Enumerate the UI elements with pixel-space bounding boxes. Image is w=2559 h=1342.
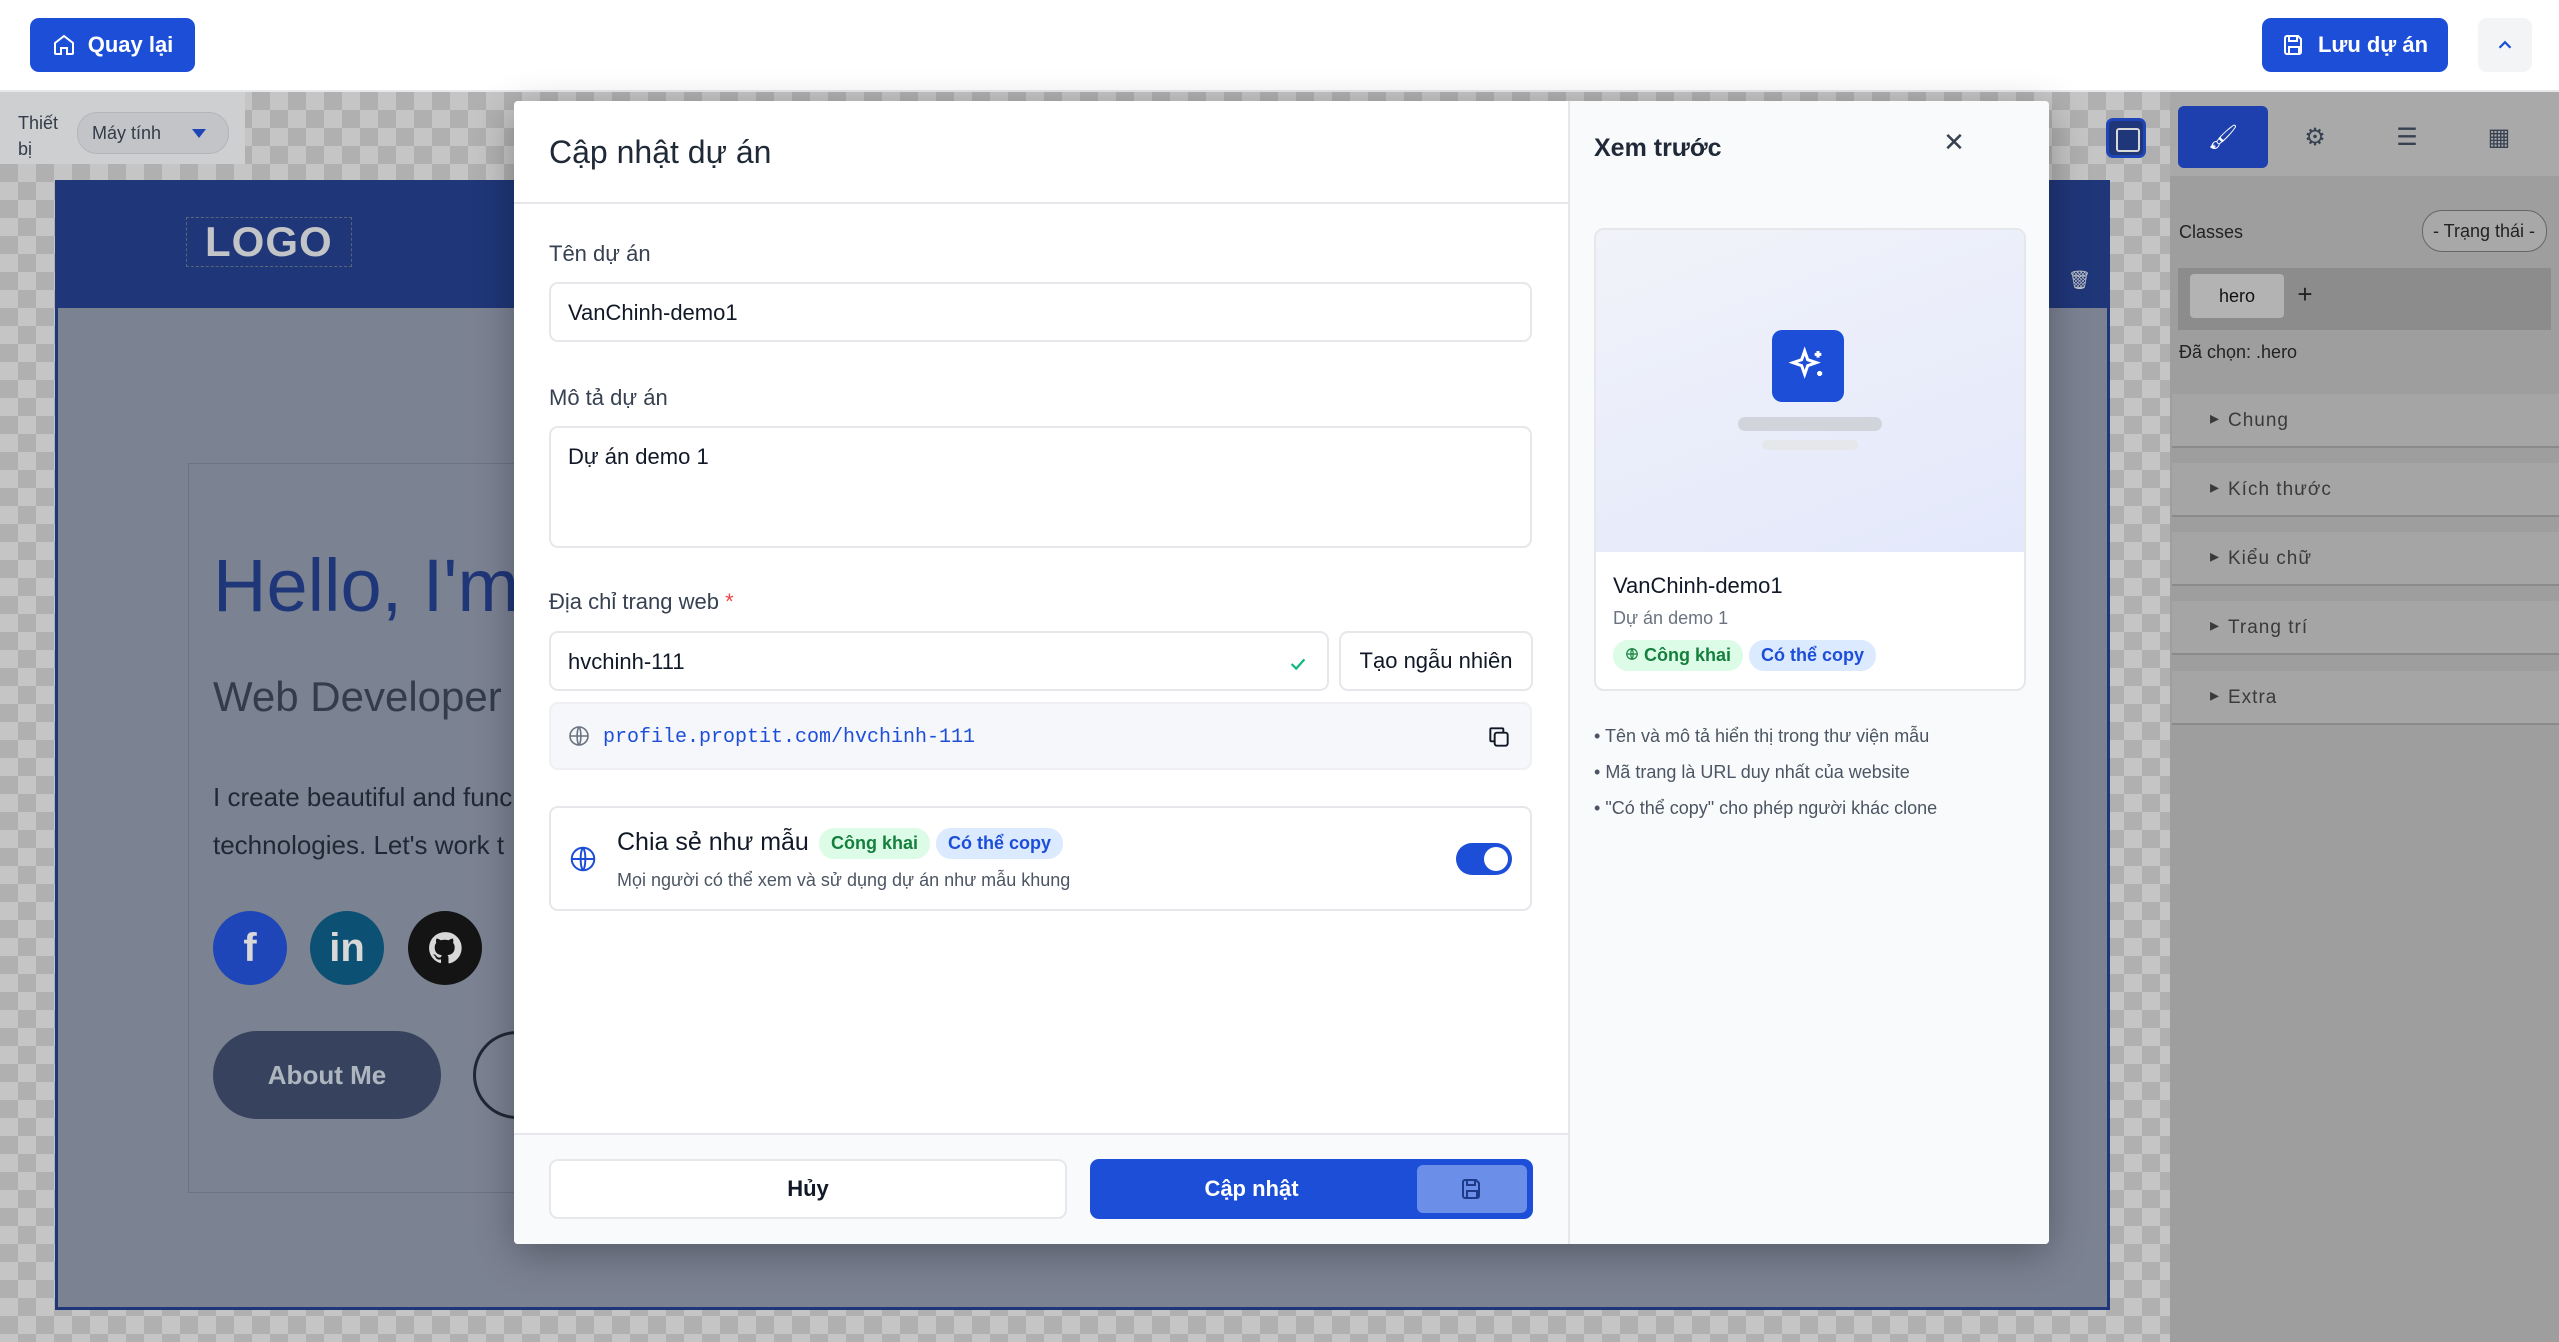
close-icon[interactable]: ✕ (1939, 127, 1969, 157)
cancel-button[interactable]: Hủy (549, 1159, 1067, 1219)
website-url-label-text: Địa chỉ trang web (549, 589, 719, 614)
tip-item: Mã trang là URL duy nhất của website (1594, 754, 1937, 790)
project-name-label: Tên dự án (549, 241, 651, 266)
share-template-card: Chia sẻ như mẫu Công khai Có thể copy Mọ… (549, 806, 1532, 911)
section-typography[interactable]: Kiểu chữ (2172, 532, 2559, 586)
copyable-badge: Có thể copy (936, 828, 1064, 859)
random-url-button[interactable]: Tạo ngẫu nhiên (1339, 631, 1533, 691)
project-name-input[interactable]: VanChinh-demo1 (549, 282, 1532, 342)
section-extra[interactable]: Extra (2172, 671, 2559, 725)
modal-title: Cập nhật dự án (549, 134, 772, 170)
back-button[interactable]: Quay lại (30, 18, 195, 72)
globe-icon (567, 724, 591, 753)
website-url-input[interactable]: hvchinh-111 (549, 631, 1329, 691)
modal-header: Cập nhật dự án (514, 101, 1568, 204)
required-mark: * (725, 589, 734, 614)
blocks-icon[interactable]: ▦ (2454, 106, 2544, 168)
copyable-badge: Có thể copy (1749, 640, 1877, 671)
preview-card-badges: Công khai Có thể copy (1613, 640, 1877, 671)
public-badge-label: Công khai (1644, 645, 1732, 665)
section-size[interactable]: Kích thước (2172, 463, 2559, 517)
tips-list: Tên và mô tả hiển thị trong thư viện mẫu… (1594, 718, 1937, 826)
skeleton-line (1738, 417, 1882, 431)
section-label: Trang trí (2228, 617, 2309, 638)
share-title: Chia sẻ như mẫu (617, 828, 809, 856)
chevron-up-icon (2498, 40, 2512, 49)
style-panel-tabs: 🖌 ⚙ ☰ ▦ (2170, 92, 2559, 176)
home-icon (53, 34, 74, 55)
globe-icon (1626, 648, 1638, 660)
top-bar: Quay lại Lưu dự án (0, 0, 2559, 92)
preview-pane: Xem trước VanChinh-demo1 Dự án demo 1 Cô… (1568, 101, 2049, 1244)
save-project-button[interactable]: Lưu dự án (2262, 18, 2448, 72)
section-decoration[interactable]: Trang trí (2172, 601, 2559, 655)
save-icon (1417, 1165, 1527, 1213)
back-label: Quay lại (87, 32, 174, 57)
share-badges: Công khai Có thể copy (819, 828, 1064, 859)
copy-icon[interactable] (1486, 724, 1512, 755)
public-badge: Công khai (819, 828, 931, 859)
section-label: Kiểu chữ (2228, 548, 2313, 569)
preview-card-desc: Dự án demo 1 (1613, 608, 1729, 628)
tip-item: "Có thể copy" cho phép người khác clone (1594, 790, 1937, 826)
layers-icon[interactable]: ☰ (2362, 106, 2452, 168)
sparkles-icon (1772, 330, 1844, 402)
skeleton-line (1762, 440, 1858, 450)
share-toggle[interactable] (1456, 843, 1512, 875)
check-icon (1287, 653, 1309, 681)
tip-item: Tên và mô tả hiển thị trong thư viện mẫu (1594, 718, 1937, 754)
project-desc-label: Mô tả dự án (549, 385, 668, 410)
preview-card: VanChinh-demo1 Dự án demo 1 Công khai Có… (1594, 228, 2026, 691)
url-preview-text: profile.proptit.com/hvchinh-111 (603, 726, 976, 749)
preview-card-name: VanChinh-demo1 (1613, 573, 1783, 598)
modal-footer: Hủy Cập nhật (514, 1133, 1568, 1244)
section-label: Chung (2228, 410, 2289, 431)
save-icon (2283, 35, 2302, 55)
section-general[interactable]: Chung (2172, 394, 2559, 448)
collapse-button[interactable] (2478, 18, 2532, 72)
update-label: Cập nhật (1204, 1176, 1299, 1201)
section-label: Kích thước (2228, 479, 2332, 500)
url-preview: profile.proptit.com/hvchinh-111 (549, 702, 1532, 770)
add-class-button[interactable]: + (2290, 277, 2320, 311)
preview-title: Xem trước (1594, 134, 1722, 162)
globe-icon (568, 844, 598, 879)
brush-icon[interactable]: 🖌 (2178, 106, 2268, 168)
selected-class-label: Đã chọn: .hero (2179, 342, 2298, 362)
share-description: Mọi người có thể xem và sử dụng dự án nh… (617, 870, 1071, 890)
project-desc-textarea[interactable]: Dự án demo 1 (549, 426, 1532, 548)
website-url-value: hvchinh-111 (568, 649, 685, 674)
save-project-label: Lưu dự án (2317, 32, 2429, 57)
website-url-label: Địa chỉ trang web * (549, 589, 734, 615)
section-label: Extra (2228, 687, 2278, 708)
modal-form: Cập nhật dự án Tên dự án VanChinh-demo1 … (514, 101, 1568, 1244)
classes-label: Classes (2179, 222, 2244, 242)
update-button[interactable]: Cập nhật (1090, 1159, 1533, 1219)
state-select[interactable]: - Trạng thái - (2422, 210, 2547, 252)
public-badge: Công khai (1613, 640, 1744, 671)
gear-icon[interactable]: ⚙ (2270, 106, 2360, 168)
class-tag[interactable]: hero (2190, 274, 2284, 318)
update-project-modal: Cập nhật dự án Tên dự án VanChinh-demo1 … (514, 101, 2049, 1244)
preview-thumbnail (1596, 230, 2024, 552)
